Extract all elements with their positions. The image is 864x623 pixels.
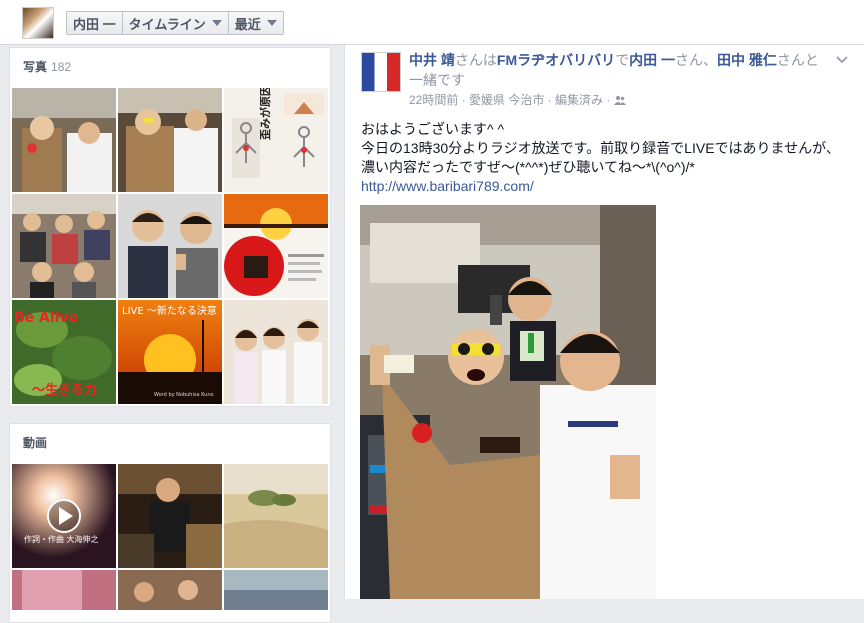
post-connector: さん、 bbox=[675, 52, 717, 68]
video-caption: 作詞・作曲 大海伸之 bbox=[24, 534, 99, 544]
breadcrumb: 内田 一 タイムライン 最近 bbox=[66, 11, 284, 35]
post-url-link[interactable]: http://www.baribari789.com/ bbox=[361, 178, 534, 194]
tagged-user-link[interactable]: 内田 一 bbox=[629, 52, 675, 68]
photo-tile[interactable] bbox=[12, 194, 116, 298]
videos-title[interactable]: 動画 bbox=[10, 424, 330, 456]
timeline-header: 内田 一 タイムライン 最近 bbox=[0, 0, 864, 45]
profile-avatar[interactable] bbox=[22, 7, 54, 39]
photo-tile[interactable] bbox=[224, 194, 328, 298]
photos-count: 182 bbox=[51, 60, 72, 74]
post-meta-text[interactable]: 22時間前 · 愛媛県 今治市 · 編集済み · bbox=[409, 93, 610, 107]
crumb-profile[interactable]: 内田 一 bbox=[67, 12, 123, 34]
videos-box: 動画 作詞・作曲 大海伸之 bbox=[9, 423, 331, 623]
post-meta: 22時間前 · 愛媛県 今治市 · 編集済み · bbox=[409, 91, 626, 108]
svg-text:～生きる力: ～生きる力 bbox=[32, 382, 97, 398]
chevron-down-icon bbox=[211, 20, 222, 26]
post-header: 中井 靖さんはFMラヂオバリバリで内田 一さん、田中 雅仁さんと一緒です bbox=[409, 50, 819, 90]
crumb-profile-label: 内田 一 bbox=[73, 16, 116, 32]
photo-tile[interactable]: LIVE ～新たなる決意 Word by Nobuhisa Kuno bbox=[118, 300, 222, 404]
photo-tile[interactable]: Be Alive ～生きる力 bbox=[12, 300, 116, 404]
author-avatar[interactable] bbox=[361, 52, 401, 92]
timeline-post: 中井 靖さんはFMラヂオバリバリで内田 一さん、田中 雅仁さんと一緒です 22時… bbox=[344, 45, 864, 599]
video-tile[interactable] bbox=[224, 464, 328, 568]
photo-tile[interactable] bbox=[12, 88, 116, 192]
photos-title[interactable]: 写真 182 bbox=[10, 48, 330, 80]
photo-tile[interactable] bbox=[118, 194, 222, 298]
chevron-down-icon[interactable] bbox=[836, 53, 848, 65]
video-tile[interactable] bbox=[118, 464, 222, 568]
crumb-timeline-label: タイムライン bbox=[128, 16, 206, 32]
svg-text:Be Alive: Be Alive bbox=[14, 310, 78, 326]
chevron-down-icon bbox=[266, 20, 277, 26]
video-tile[interactable]: 作詞・作曲 大海伸之 bbox=[12, 464, 116, 568]
videos-title-label: 動画 bbox=[23, 436, 48, 450]
crumb-recent-label: 最近 bbox=[234, 16, 261, 32]
post-photo[interactable] bbox=[360, 205, 656, 599]
photo-tile[interactable] bbox=[224, 300, 328, 404]
photos-box: 写真 182 歪みが原因! Be Alive ～生きる力 LIVE ～新たなる決… bbox=[9, 47, 331, 407]
post-line: おはようございます^ ^ bbox=[361, 121, 505, 137]
friends-icon[interactable] bbox=[613, 95, 626, 105]
svg-text:歪みが原因!: 歪みが原因! bbox=[258, 88, 272, 140]
crumb-recent[interactable]: 最近 bbox=[229, 12, 283, 34]
photo-tile[interactable]: 歪みが原因! bbox=[224, 88, 328, 192]
photo-tile[interactable] bbox=[118, 88, 222, 192]
post-connector: さんは bbox=[454, 52, 497, 68]
place-link[interactable]: FMラヂオバリバリ bbox=[497, 52, 615, 68]
tagged-user-link[interactable]: 田中 雅仁 bbox=[717, 52, 777, 68]
svg-text:LIVE ～新たなる決意: LIVE ～新たなる決意 bbox=[122, 304, 217, 317]
post-line: 今日の13時30分よりラジオ放送です。前取り録音でLIVEではありませんが、濃い… bbox=[361, 140, 840, 175]
video-tile[interactable] bbox=[118, 570, 222, 610]
left-column: 写真 182 歪みが原因! Be Alive ～生きる力 LIVE ～新たなる決… bbox=[0, 45, 345, 623]
video-tile[interactable] bbox=[224, 570, 328, 610]
tile-credit: Word by Nobuhisa Kuno bbox=[154, 392, 214, 398]
post-body: おはようございます^ ^ 今日の13時30分よりラジオ放送です。前取り録音でLI… bbox=[361, 120, 851, 196]
author-link[interactable]: 中井 靖 bbox=[409, 52, 455, 68]
photos-title-label: 写真 bbox=[23, 60, 48, 74]
video-tile[interactable] bbox=[12, 570, 116, 610]
post-connector: で bbox=[615, 52, 630, 68]
crumb-timeline[interactable]: タイムライン bbox=[123, 12, 229, 34]
